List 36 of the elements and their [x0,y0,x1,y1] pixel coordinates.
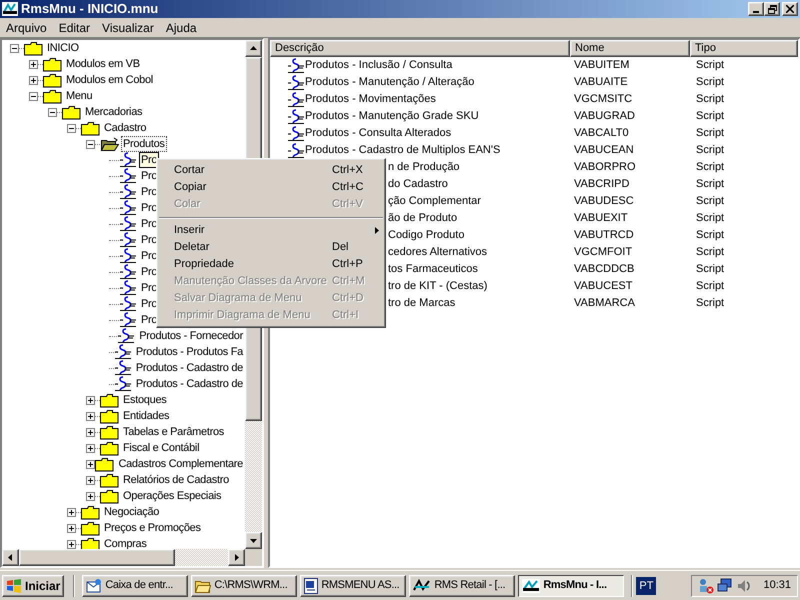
table-cell-text: VABUCEAN [573,143,635,158]
table-cell-text: VABUDESC [573,194,635,210]
table-cell-text: Script [695,245,726,260]
table-cell-text: Script [695,279,726,294]
table-cell-text: Script [695,262,726,278]
table-cell-text: VABCDDCB [573,262,636,278]
table-cell-text: Script [695,228,726,244]
table-cell-text: VABORPRO [573,160,637,176]
clock: 10:31 [763,578,791,594]
table-cell-text: VABUITEM [573,58,630,74]
table-cell-text: VABCALT0 [573,126,630,142]
table-cell-text: VABCRIPD [573,177,630,192]
table-cell-text: Script [695,211,726,226]
table-cell-text: VABUAITE [573,75,629,90]
table-cell-text: VABUEXIT [573,211,629,226]
table-cell-text: Script [695,126,726,142]
table-cell-text: Script [695,194,726,210]
menu-option: Imprimir Diagrama de Menu Ctrl+I [157,307,385,324]
table-cell-text: VGCMSITC [573,92,634,108]
window-title: RmsMnu - INICIO.mnu [21,0,158,18]
table-cell-text: Script [695,75,726,90]
table-cell-text: Script [695,58,726,74]
table-cell-text: Script [695,143,726,158]
table-cell-text: Script [695,92,726,108]
menu-option: Manutenção Classes da Arvore Ctrl+M [157,273,385,290]
table-cell-text: Script [695,296,726,312]
table-cell-text: VABUTRCD [573,228,635,244]
table-cell-text: VGCMFOIT [573,245,634,260]
table-cell-text: Script [695,177,726,192]
menu-option: Colar Ctrl+V [157,196,385,213]
menu-option: Salvar Diagrama de Menu Ctrl+D [157,290,385,307]
table-cell-text: VABUGRAD [573,109,636,124]
table-cell-text: VABMARCA [573,296,636,312]
table-cell-text: Script [695,160,726,176]
table-cell-text: Script [695,109,726,124]
table-cell-text: VABUCEST [573,279,634,294]
